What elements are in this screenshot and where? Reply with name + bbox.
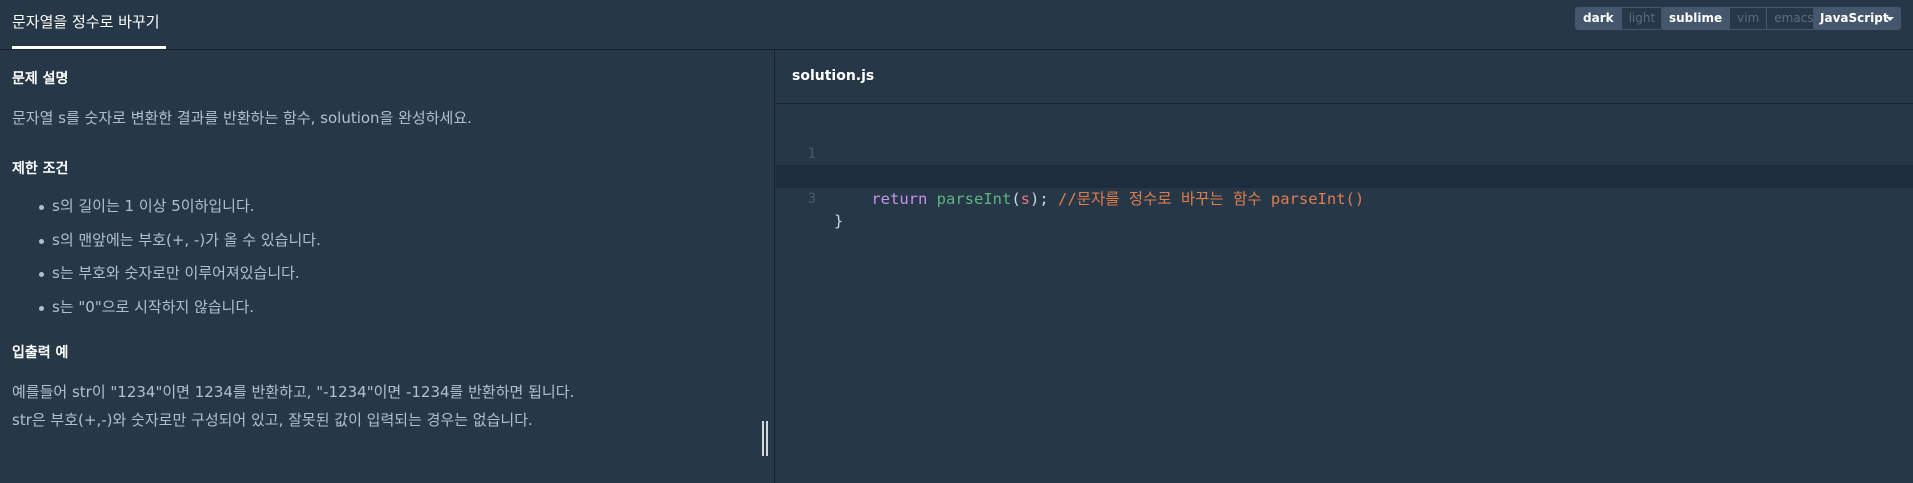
- constraints-heading: 제한 조건: [12, 161, 69, 177]
- keymap-toggle: sublime vim emacs: [1661, 7, 1822, 30]
- theme-light-button[interactable]: light: [1620, 8, 1663, 29]
- bullet-icon: [39, 238, 44, 244]
- theme-toggle: dark light: [1575, 7, 1664, 30]
- language-select[interactable]: JavaScript: [1813, 7, 1901, 30]
- code-editor[interactable]: 1 function solution(s) { 2 return parseI…: [776, 120, 1913, 230]
- chevron-down-icon: [1886, 17, 1894, 21]
- list-item: s의 길이는 1 이상 5이하입니다.: [12, 190, 321, 224]
- file-name: solution.js: [792, 68, 875, 84]
- example-line-1: 예를들어 str이 "1234"이면 1234를 반환하고, "-1234"이면…: [12, 383, 575, 401]
- list-item: s는 "0"으로 시작하지 않습니다.: [12, 291, 321, 325]
- theme-dark-button[interactable]: dark: [1576, 8, 1621, 29]
- pane-resize-handle[interactable]: [761, 421, 771, 456]
- list-item: s의 맨앞에는 부호(+, -)가 올 수 있습니다.: [12, 224, 321, 258]
- problem-pane: 문제 설명 문자열 s를 숫자로 변환한 결과를 반환하는 함수, soluti…: [0, 50, 775, 483]
- keymap-vim-button[interactable]: vim: [1729, 8, 1766, 29]
- line-number: 3: [807, 190, 816, 207]
- editor-pane: solution.js 1 function solution(s) { 2 r…: [776, 50, 1913, 483]
- tab-problem-title[interactable]: 문자열을 정수로 바꾸기: [12, 0, 160, 50]
- constraints-list: s의 길이는 1 이상 5이하입니다. s의 맨앞에는 부호(+, -)가 올 …: [12, 190, 321, 324]
- list-item: s는 부호와 숫자로만 이루어져있습니다.: [12, 257, 321, 291]
- bullet-icon: [39, 205, 44, 210]
- bullet-icon: [39, 305, 44, 311]
- code-line[interactable]: 1 function solution(s) {: [776, 120, 1913, 186]
- example-heading: 입출력 예: [12, 345, 69, 361]
- code-line[interactable]: 2 return parseInt(s); //문자를 정수로 바꾸는 함수 p…: [776, 143, 1913, 208]
- top-bar: 문자열을 정수로 바꾸기 dark light sublime vim emac…: [0, 0, 1913, 50]
- example-line-2: str은 부호(+,-)와 숫자로만 구성되어 있고, 잘못된 값이 입력되는 …: [12, 411, 533, 429]
- active-tab-indicator: [12, 46, 166, 49]
- file-header: solution.js: [776, 50, 1913, 104]
- description-heading: 문제 설명: [12, 71, 69, 87]
- description-text: 문자열 s를 숫자로 변환한 결과를 반환하는 함수, solution을 완성…: [12, 109, 472, 127]
- keymap-sublime-button[interactable]: sublime: [1662, 8, 1730, 29]
- code-line-current[interactable]: 3 }: [776, 165, 1913, 230]
- language-label: JavaScript: [1820, 11, 1889, 25]
- bullet-icon: [39, 272, 44, 277]
